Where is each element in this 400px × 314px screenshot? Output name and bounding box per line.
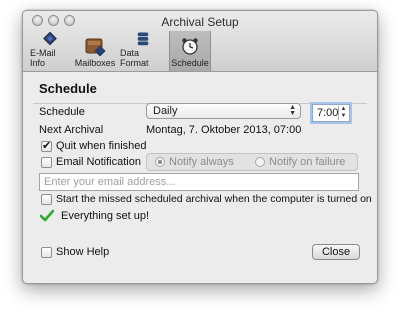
window-title: Archival Setup xyxy=(161,15,239,29)
archival-setup-window: Archival Setup E-Mail Info Mailboxes Dat… xyxy=(22,10,378,284)
email-notification-label: Email Notification xyxy=(56,156,141,168)
email-address-input[interactable]: Enter your email address... xyxy=(39,173,359,191)
tab-label: E-Mail Info xyxy=(30,48,56,68)
quit-when-finished-checkbox[interactable] xyxy=(41,139,52,152)
section-heading: Schedule xyxy=(39,81,97,96)
notify-on-failure-radio[interactable] xyxy=(255,157,265,167)
notify-always-label: Notify always xyxy=(169,156,234,168)
tab-label: Schedule xyxy=(171,58,209,68)
notification-radio-group: Notify always Notify on failure xyxy=(146,153,358,171)
tab-data-format[interactable]: Data Format xyxy=(117,31,169,71)
missed-archival-label: Start the missed scheduled archival when… xyxy=(56,193,372,205)
popup-arrows-icon: ▲ ▼ xyxy=(289,104,296,117)
next-archival-label: Next Archival xyxy=(39,124,104,136)
schedule-label: Schedule xyxy=(39,106,85,118)
missed-archival-checkbox[interactable] xyxy=(41,194,52,205)
next-archival-value: Montag, 7. Oktober 2013, 07:00 xyxy=(146,124,302,136)
time-stepper[interactable]: ▲ ▼ xyxy=(338,106,348,120)
show-help-checkbox[interactable] xyxy=(41,247,52,258)
tab-mailboxes[interactable]: Mailboxes xyxy=(73,31,117,71)
schedule-frequency-select[interactable]: Daily ▲ ▼ xyxy=(146,103,301,119)
tab-label: Mailboxes xyxy=(74,58,116,68)
tab-email-info[interactable]: E-Mail Info xyxy=(27,31,73,71)
notify-always-radio[interactable] xyxy=(155,157,165,167)
tab-label: Data Format xyxy=(120,48,149,68)
notify-on-failure-label: Notify on failure xyxy=(269,156,346,168)
status-text: Everything set up! xyxy=(61,210,150,222)
mailboxes-icon xyxy=(85,38,106,56)
alarm-clock-icon xyxy=(182,38,198,55)
email-info-icon xyxy=(43,31,57,46)
toolbar: E-Mail Info Mailboxes Data Format Schedu… xyxy=(27,31,211,71)
quit-when-finished-label: Quit when finished xyxy=(56,140,147,152)
tab-schedule[interactable]: Schedule xyxy=(169,31,211,71)
schedule-time-field[interactable]: 7:00 ▲ ▼ xyxy=(312,104,350,122)
show-help-label: Show Help xyxy=(56,246,110,258)
schedule-frequency-value: Daily xyxy=(153,105,178,117)
close-button[interactable]: Close xyxy=(312,244,360,260)
green-checkmark-icon xyxy=(40,209,54,222)
data-format-icon xyxy=(137,32,149,46)
titlebar: Archival Setup E-Mail Info Mailboxes Dat… xyxy=(23,11,377,72)
email-notification-checkbox[interactable] xyxy=(41,157,52,168)
schedule-time-value: 7:00 xyxy=(317,107,339,119)
